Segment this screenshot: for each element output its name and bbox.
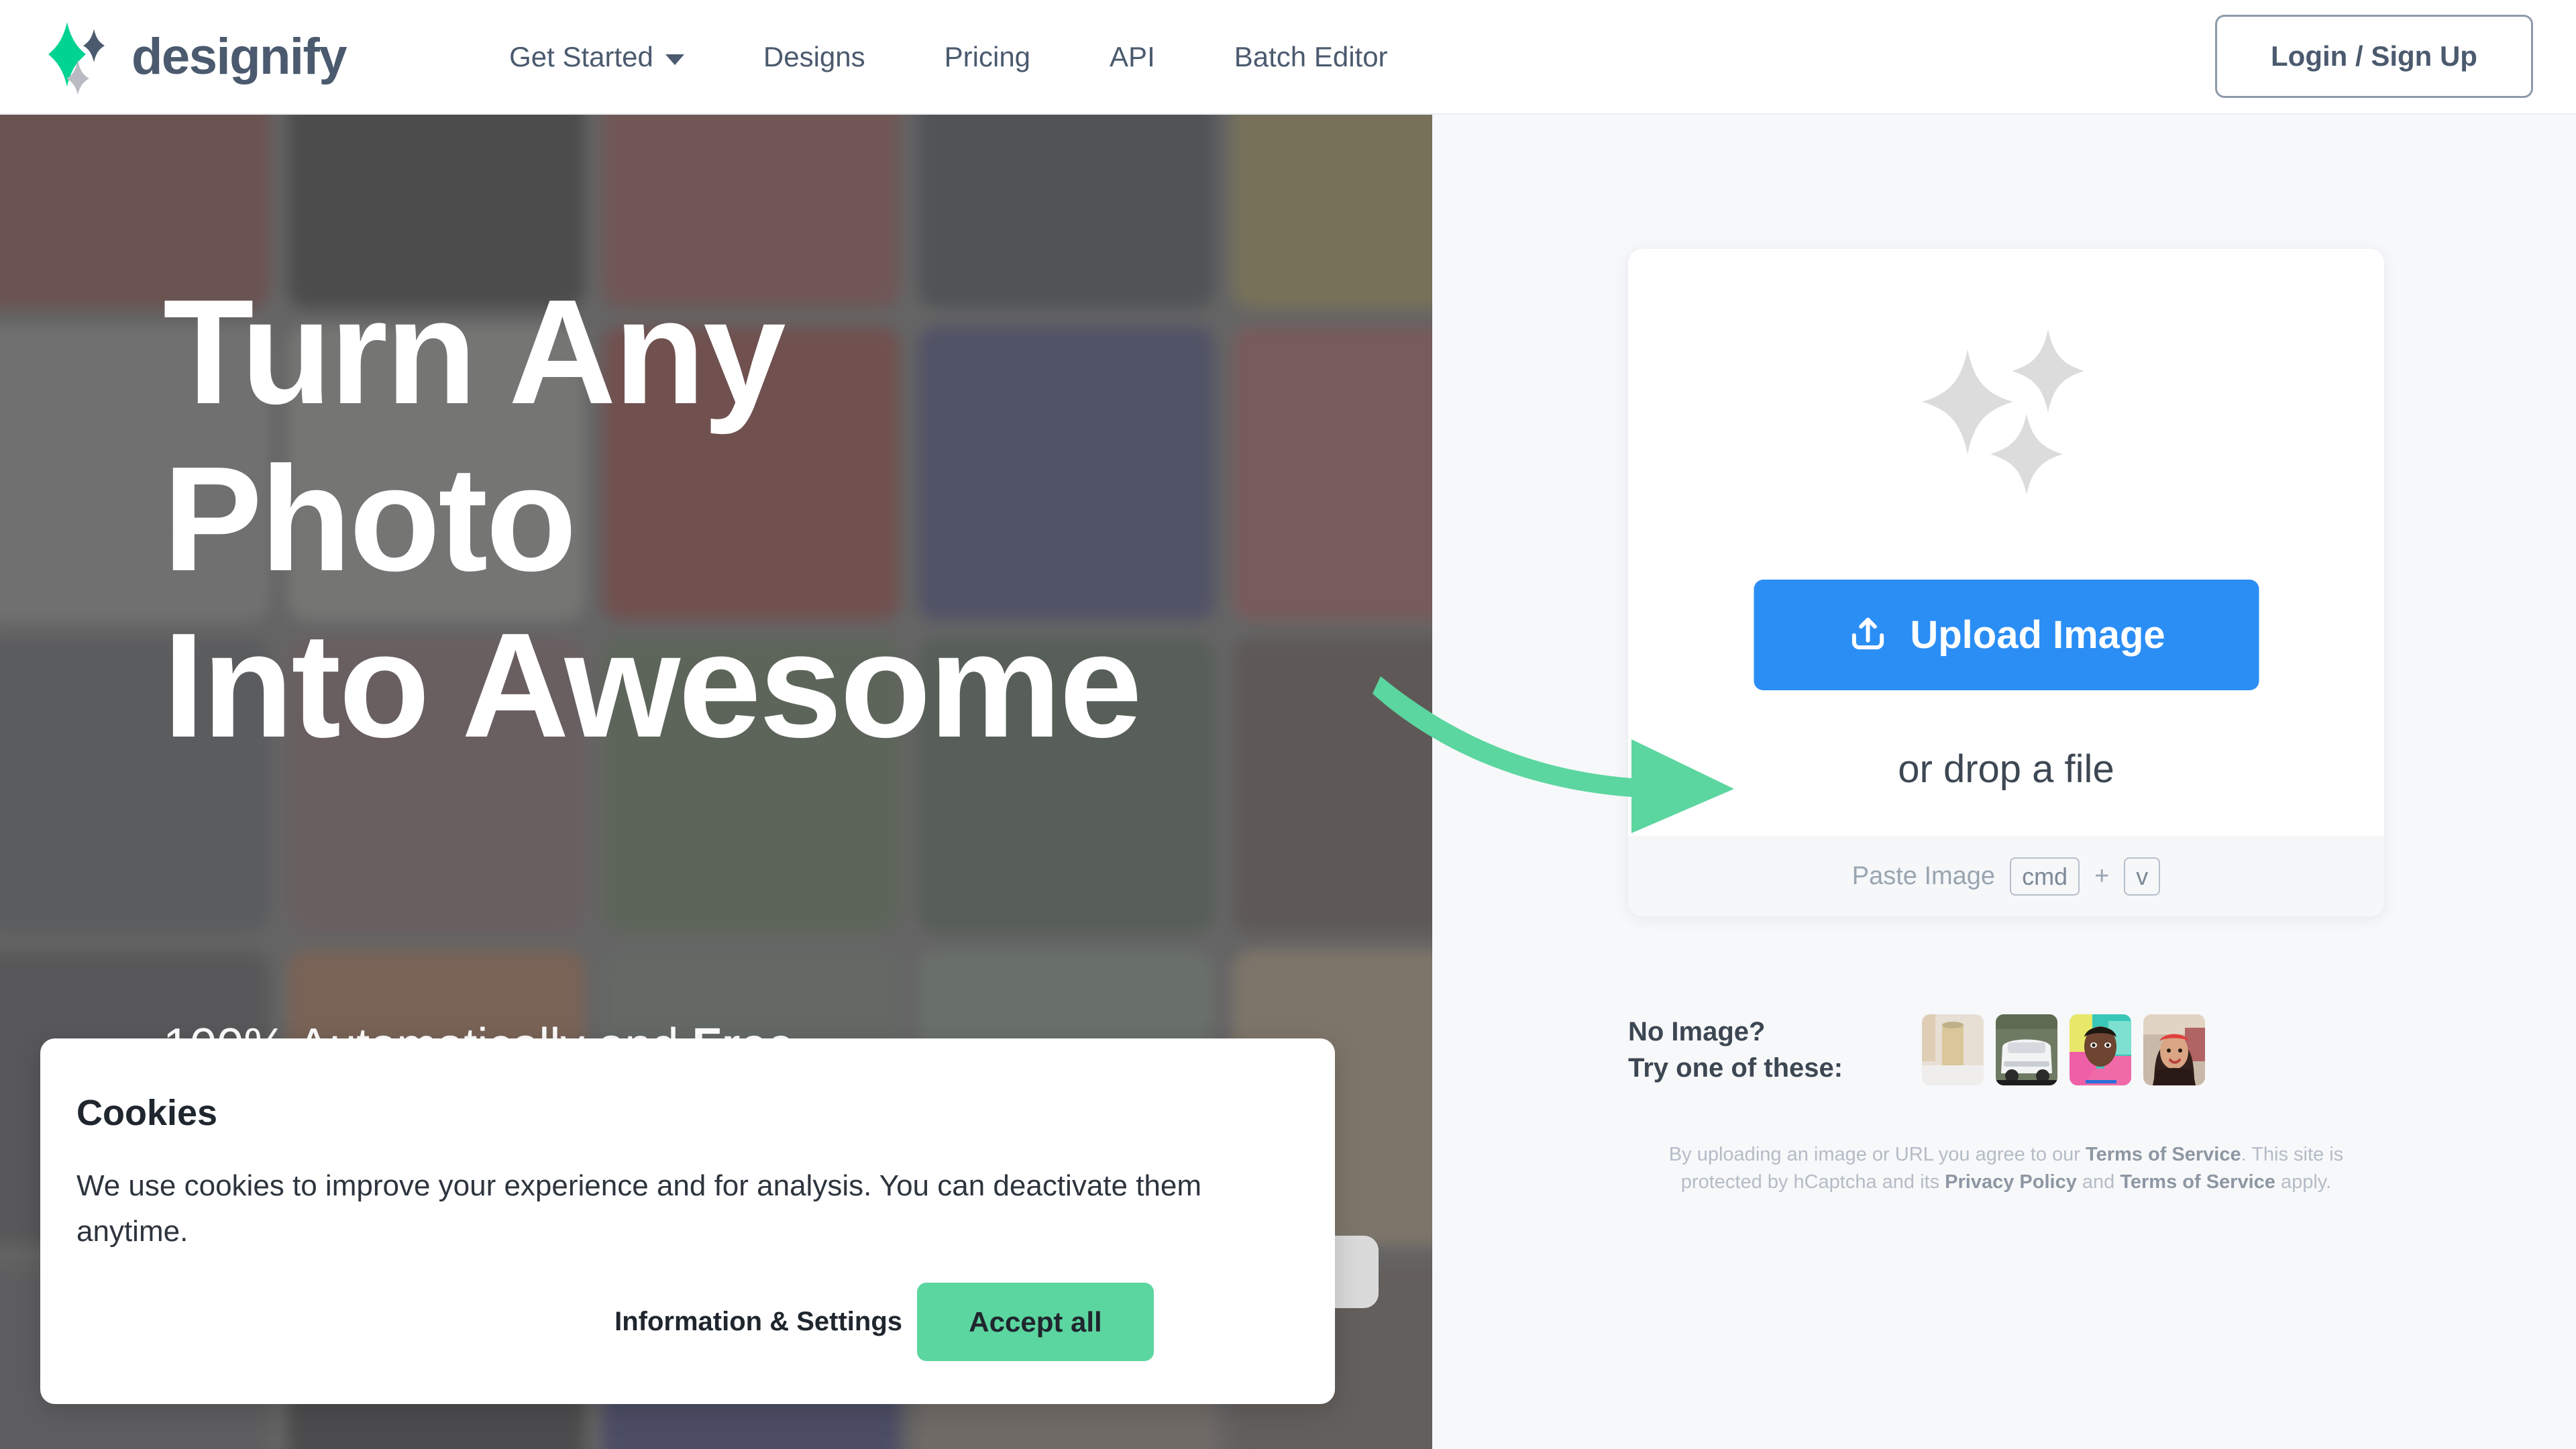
main-navigation: Get Started Designs Pricing API Batch Ed… [470,41,1427,73]
kbd-v: v [2124,857,2161,896]
chevron-down-icon [665,54,684,65]
kbd-cmd: cmd [2010,857,2080,896]
headline-line-3: Into Awesome [163,602,1142,769]
brand-logo[interactable]: designify [44,19,347,95]
cookie-consent-dialog: Cookies We use cookies to improve your e… [40,1038,1335,1404]
paste-image-label: Paste Image [1851,861,1996,890]
legal-disclaimer: By uploading an image or URL you agree t… [1628,1141,2384,1196]
nav-item-label: Pricing [944,40,1031,72]
try-one-label: Try one of these: [1628,1053,1843,1083]
paste-image-hint: Paste Image cmd + v [1628,836,2384,916]
sample-images-label: No Image? Try one of these: [1628,1014,1903,1086]
sparkles-icon [1921,329,2084,494]
headline-line-2: Photo [163,435,577,602]
cookie-dialog-body: We use cookies to improve your experienc… [76,1169,1202,1248]
sample-images-section: No Image? Try one of these: [1628,1014,2384,1086]
hero-headline: Turn Any Photo Into Awesome [163,269,1142,769]
woman-portrait-thumbnail[interactable] [2143,1014,2205,1085]
nav-item-batch-editor[interactable]: Batch Editor [1195,41,1428,73]
brand-name: designify [131,28,347,85]
nav-item-api[interactable]: API [1070,41,1195,73]
designify-landing-page: designify Get Started Designs Pricing AP… [0,0,2576,1449]
upload-image-button[interactable]: Upload Image [1754,580,2259,690]
information-settings-link[interactable]: Information & Settings [614,1307,902,1337]
white-car-thumbnail[interactable] [1996,1014,2057,1085]
nav-item-designs[interactable]: Designs [724,41,905,73]
headline-line-1: Turn Any [163,269,786,435]
site-header: designify Get Started Designs Pricing AP… [0,0,2576,115]
legal-part-4: apply. [2275,1171,2332,1193]
curved-arrow-right-icon [1373,676,1734,833]
cookie-dialog-actions: Information & Settings Accept all [614,1283,1154,1361]
sparkle-diamond-logo-icon [44,19,115,95]
no-image-label: No Image? [1628,1017,1766,1046]
accept-all-button[interactable]: Accept all [917,1283,1154,1361]
nav-item-label: Get Started [509,40,653,72]
sample-thumbnails [1922,1014,2205,1085]
upload-image-label: Upload Image [1910,613,2165,657]
cookie-dialog-title: Cookies [76,1093,218,1133]
man-portrait-thumbnail[interactable] [2070,1014,2131,1085]
login-signup-button[interactable]: Login / Sign Up [2215,15,2533,98]
nav-item-pricing[interactable]: Pricing [905,41,1070,73]
kbd-plus: + [2094,861,2110,890]
product-cylinder-thumbnail[interactable] [1922,1014,1984,1085]
terms-of-service-link[interactable]: Terms of Service [2086,1144,2241,1165]
nav-item-get-started[interactable]: Get Started [470,41,724,73]
privacy-policy-link[interactable]: Privacy Policy [1945,1171,2077,1193]
upload-arrow-icon [1851,617,1884,649]
legal-part-1: By uploading an image or URL you agree t… [1668,1144,2086,1165]
nav-item-label: Designs [763,40,865,72]
terms-of-service-link-2[interactable]: Terms of Service [2120,1171,2275,1193]
nav-item-label: Batch Editor [1234,40,1388,72]
nav-item-label: API [1110,40,1155,72]
legal-part-3: and [2076,1171,2121,1193]
